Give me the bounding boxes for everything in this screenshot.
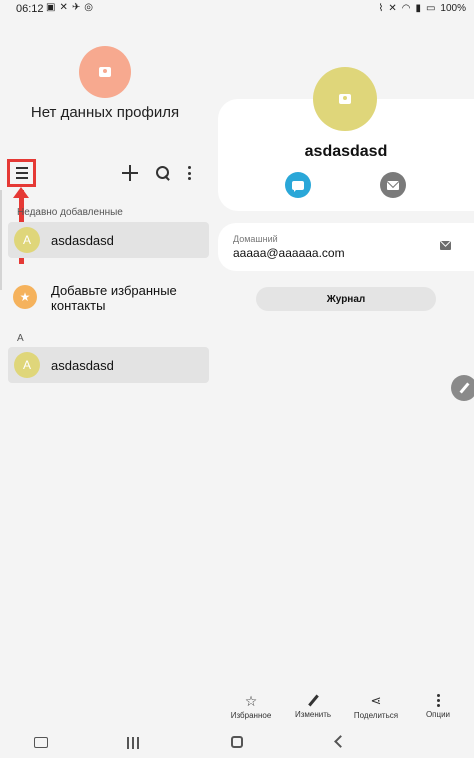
wifi-icon: ◠: [401, 3, 411, 14]
email-type-label: Домашний: [233, 234, 278, 244]
mute-icon: ✕: [59, 2, 68, 13]
message-button[interactable]: [285, 172, 311, 198]
battery-icon: ▭: [425, 3, 436, 14]
favorite-label: Избранное: [230, 711, 272, 720]
more-vertical-icon: [436, 694, 440, 707]
status-time: 06:12: [16, 3, 44, 15]
image-icon: ▣: [46, 2, 56, 13]
battery-level: 100%: [440, 3, 466, 14]
contact-avatar[interactable]: [313, 67, 377, 131]
star-icon: ★: [13, 285, 37, 309]
keyboard-icon[interactable]: [34, 737, 48, 748]
plus-icon[interactable]: [121, 164, 139, 182]
journal-button[interactable]: Журнал: [256, 287, 436, 311]
contact-avatar-initial: A: [14, 227, 40, 253]
profile-avatar[interactable]: [79, 46, 131, 98]
email-address[interactable]: aaaaa@aaaaaa.com: [233, 246, 345, 260]
home-icon[interactable]: [231, 736, 243, 748]
share-button[interactable]: ⋖ Поделиться: [346, 693, 406, 721]
edit-fab-button[interactable]: [451, 375, 474, 401]
profile-name[interactable]: Нет данных профиля: [0, 104, 210, 121]
list-item[interactable]: A asdasdasd: [8, 222, 209, 258]
email-button[interactable]: [380, 172, 406, 198]
drawer-edge: [0, 190, 2, 290]
message-icon: [292, 180, 304, 192]
section-header-recent: Недавно добавленные: [17, 207, 123, 218]
recents-icon[interactable]: [127, 737, 139, 749]
hamburger-menu-icon[interactable]: [7, 159, 36, 187]
contact-avatar-initial: A: [14, 352, 40, 378]
list-item[interactable]: A asdasdasd: [8, 347, 209, 383]
favorite-button[interactable]: ☆ Избранное: [221, 694, 281, 720]
contact-name: asdasdasd: [51, 232, 114, 248]
nfc-icon: ⌇: [378, 3, 384, 14]
navigation-bar: [0, 728, 474, 758]
star-outline-icon: ☆: [244, 693, 258, 709]
edit-button[interactable]: Изменить: [283, 694, 343, 719]
status-right: ⌇ ✕ ◠ ▮ ▭ 100%: [378, 3, 466, 14]
pencil-icon: [458, 382, 470, 394]
contact-detail-name: asdasdasd: [304, 143, 388, 160]
share-label: Поделиться: [353, 711, 399, 720]
pencil-icon: [307, 694, 319, 707]
status-bar: 06:12 ▣ ✕ ✈ ◎ ⌇ ✕ ◠ ▮ ▭ 100%: [0, 0, 474, 18]
options-label: Опции: [425, 710, 451, 719]
contact-name: asdasdasd: [51, 357, 114, 373]
envelope-icon: [387, 180, 399, 190]
status-left-icons: ▣ ✕ ✈ ◎: [46, 2, 93, 13]
camera-icon: [99, 67, 111, 77]
signal-icon: ▮: [415, 3, 421, 14]
share-icon: ⋖: [370, 693, 382, 708]
search-icon[interactable]: [155, 165, 171, 181]
mute-icon: ✕: [388, 3, 397, 14]
back-icon[interactable]: [334, 735, 347, 748]
edit-label: Изменить: [294, 710, 332, 719]
sync-icon: ◎: [84, 2, 93, 13]
options-button[interactable]: Опции: [408, 694, 468, 719]
annotation-arrow-icon: [13, 187, 29, 198]
favorites-prompt[interactable]: Добавьте избранные контакты: [51, 283, 201, 313]
envelope-icon[interactable]: [440, 241, 451, 250]
more-vertical-icon[interactable]: [186, 166, 192, 180]
section-header-a: A: [17, 333, 24, 344]
camera-icon: [339, 94, 351, 104]
airplane-icon: ✈: [71, 2, 81, 13]
